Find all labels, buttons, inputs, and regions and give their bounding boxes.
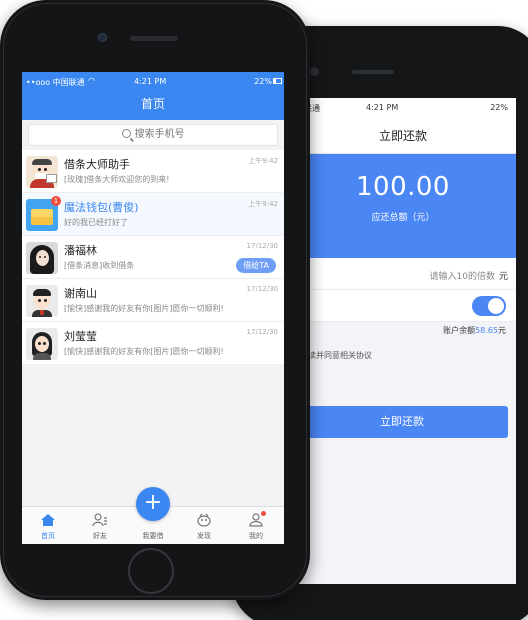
- search-placeholder: 搜索手机号: [134, 129, 185, 140]
- tab-home[interactable]: 首页: [22, 507, 74, 544]
- lend-button[interactable]: 借给TA: [236, 258, 276, 273]
- list-item[interactable]: 刘莹莹 [愉快]感谢我的好友有你[图片]愿你一切顺利! 17/12/30: [22, 322, 284, 365]
- contact-time: 上午9:42: [248, 200, 278, 208]
- notification-dot: [261, 511, 266, 516]
- contact-time: 上午9:42: [248, 157, 278, 165]
- tab-label: 发现: [197, 532, 211, 540]
- speaker-grille: [130, 36, 178, 41]
- balance-label: 账户余额: [443, 326, 476, 335]
- avatar: [26, 328, 58, 360]
- balance-amount: 58.65: [475, 326, 498, 335]
- contact-time: 17/12/30: [246, 328, 278, 336]
- camera-icon: [98, 33, 107, 42]
- battery-level: 22%: [254, 77, 272, 86]
- unread-badge: 1: [51, 196, 61, 206]
- contact-message: [愉快]感谢我的好友有你[图片]愿你一切顺利!: [64, 304, 224, 313]
- carrier-label: ••ooo 中国联通: [26, 78, 85, 87]
- toggle-knob: [488, 298, 504, 314]
- contact-message: 好的我已经打好了: [64, 218, 128, 227]
- contact-message: [愉快]感谢我的好友有你[图片]愿你一切顺利!: [64, 347, 224, 356]
- search-input[interactable]: 搜索手机号: [28, 124, 278, 146]
- discover-icon: [197, 513, 211, 527]
- contact-name: 借条大师助手: [64, 158, 130, 171]
- page-title: 立即还款: [290, 118, 516, 154]
- search-icon: [121, 129, 131, 138]
- home-icon: [41, 514, 55, 526]
- contact-time: 17/12/30: [246, 242, 278, 250]
- amount-input-field[interactable]: 请输入10的倍数元: [430, 269, 508, 282]
- clock: 4:21 PM: [134, 77, 167, 86]
- battery-level: 22%: [490, 103, 508, 112]
- agreement-text[interactable]: 已阅读并同意相关协议: [290, 342, 516, 370]
- wallet-avatar: 1: [26, 196, 61, 231]
- friends-icon: [92, 513, 107, 527]
- tab-label: 好友: [93, 532, 107, 540]
- contact-name: 魔法钱包(曹俊): [64, 201, 139, 214]
- tab-borrow[interactable]: 我要借: [126, 507, 180, 544]
- amount-input-row[interactable]: 额 请输入10的倍数元: [290, 258, 516, 290]
- amount-input-placeholder: 请输入10的倍数: [429, 272, 495, 282]
- contact-message: [玫瑰]借条大师欢迎您的到来!: [64, 175, 170, 184]
- home-screen: ••ooo 中国联通 ◠ 4:21 PM 22% 首页 搜索手机号 借条大师助手…: [22, 72, 284, 544]
- repay-now-button[interactable]: 立即还款: [296, 406, 508, 438]
- contact-name: 潘福林: [64, 244, 97, 257]
- speaker-grille: [352, 70, 394, 74]
- amount-panel: 100.00 应还总额（元）: [290, 154, 516, 258]
- status-bar: ••ooo 中国联通 ◠ 4:21 PM 22%: [22, 72, 284, 92]
- list-item[interactable]: 1 魔法钱包(曹俊) 好的我已经打好了 上午9:42: [22, 193, 284, 236]
- tab-discover[interactable]: 发现: [178, 507, 230, 544]
- tab-label: 首页: [41, 532, 55, 540]
- amount-caption: 应还总额（元）: [371, 213, 435, 223]
- avatar: [26, 285, 58, 317]
- contact-name: 刘莹莹: [64, 330, 97, 343]
- tab-bar: 首页 好友 + 我要借 发现 我的: [22, 487, 284, 544]
- list-item[interactable]: 潘福林 [借条消息]收到借条 17/12/30 借给TA: [22, 236, 284, 279]
- use-balance-toggle[interactable]: [472, 296, 506, 316]
- mockup-stage: 国联通 4:21 PM 22% 立即还款 100.00 应还总额（元） 额 请输…: [0, 0, 528, 620]
- front-phone: ••ooo 中国联通 ◠ 4:21 PM 22% 首页 搜索手机号 借条大师助手…: [0, 0, 310, 600]
- account-balance: 账户余额58.65元: [290, 322, 516, 342]
- contact-message: [借条消息]收到借条: [64, 261, 135, 270]
- home-button: [128, 548, 174, 594]
- list-item[interactable]: 借条大师助手 [玫瑰]借条大师欢迎您的到来! 上午9:42: [22, 150, 284, 193]
- balance-unit: 元: [498, 326, 506, 335]
- avatar: [26, 242, 58, 274]
- assistant-avatar: [26, 156, 58, 188]
- balance-toggle-row: 额: [290, 290, 516, 322]
- page-title: 首页: [22, 92, 284, 120]
- amount-unit: 元: [498, 272, 508, 282]
- contact-list: 借条大师助手 [玫瑰]借条大师欢迎您的到来! 上午9:42 1 魔法钱包(曹俊)…: [22, 150, 284, 365]
- tab-friends[interactable]: 好友: [74, 507, 126, 544]
- contact-time: 17/12/30: [246, 285, 278, 293]
- search-bar: 搜索手机号: [22, 120, 284, 150]
- camera-icon: [310, 67, 319, 76]
- repayment-screen: 国联通 4:21 PM 22% 立即还款 100.00 应还总额（元） 额 请输…: [290, 98, 516, 584]
- tab-label: 我要借: [142, 532, 164, 540]
- tab-label: 我的: [249, 532, 263, 540]
- clock: 4:21 PM: [366, 103, 399, 112]
- status-bar: 国联通 4:21 PM 22%: [290, 98, 516, 118]
- list-item[interactable]: 谢南山 [愉快]感谢我的好友有你[图片]愿你一切顺利! 17/12/30: [22, 279, 284, 322]
- tab-profile[interactable]: 我的: [230, 507, 282, 544]
- repayment-amount: 100.00: [356, 172, 450, 202]
- wifi-icon: ◠: [88, 76, 95, 85]
- contact-name: 谢南山: [64, 287, 97, 300]
- battery-icon: [273, 78, 282, 84]
